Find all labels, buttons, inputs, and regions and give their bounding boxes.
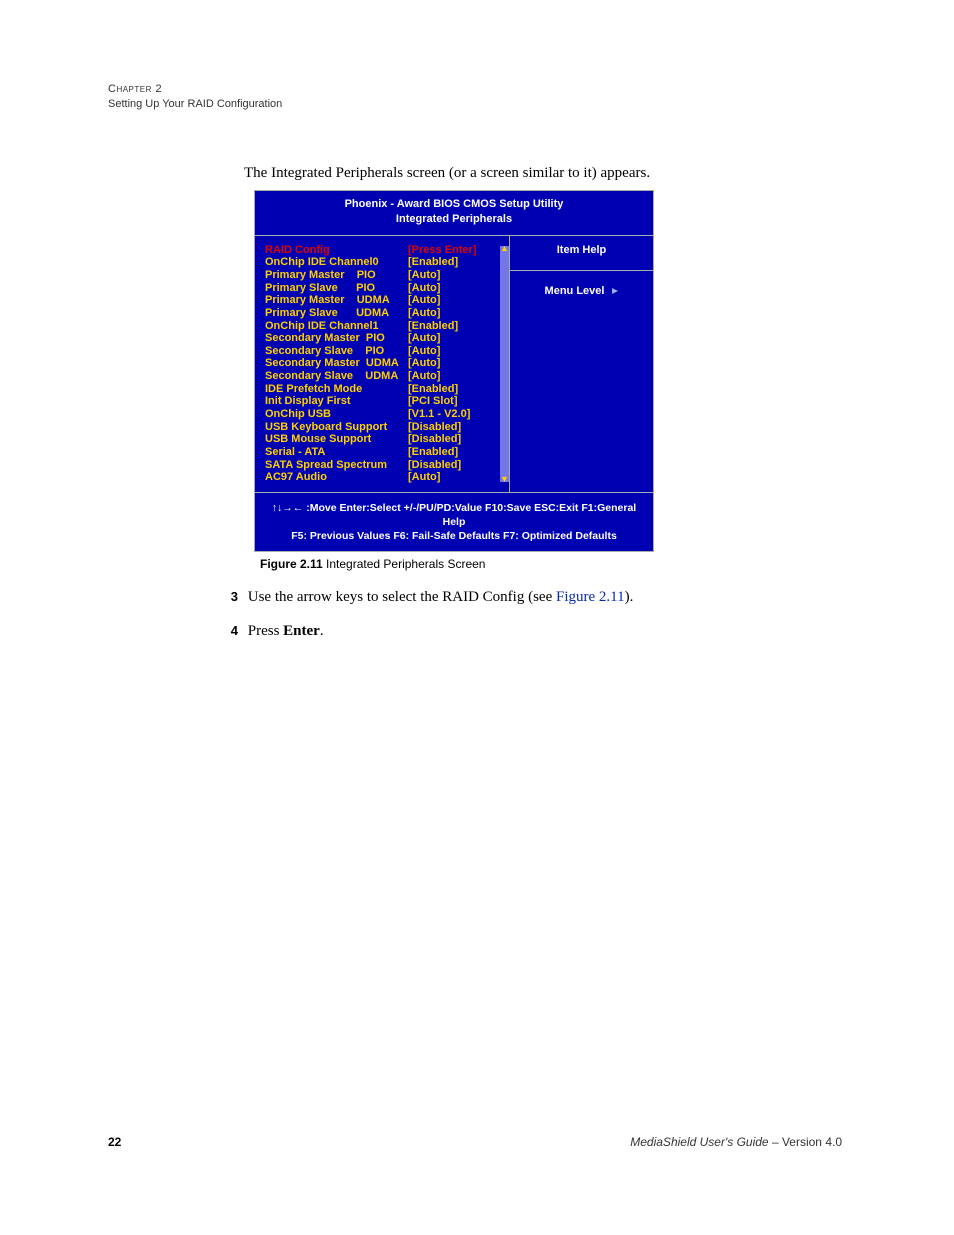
guide-version: Version 4.0 [782, 1135, 842, 1149]
bios-setting-row[interactable]: Primary Slave PIO[Auto] [265, 282, 509, 295]
step-text: Use the arrow keys to select the RAID Co… [248, 589, 556, 605]
bios-setting-label: SATA Spread Spectrum [265, 459, 408, 472]
menu-level-arrow-icon [612, 288, 618, 294]
bios-setting-label: USB Mouse Support [265, 433, 408, 446]
bios-setting-row[interactable]: USB Keyboard Support[Disabled] [265, 421, 509, 434]
bios-setting-value: [PCI Slot] [408, 395, 458, 408]
bios-setting-label: Primary Slave PIO [265, 282, 408, 295]
step-number: 4 [218, 623, 238, 638]
bios-setting-value: [Disabled] [408, 459, 461, 472]
bios-setting-label: Serial - ATA [265, 446, 408, 459]
bios-setting-row[interactable]: Init Display First[PCI Slot] [265, 395, 509, 408]
bios-setting-label: OnChip IDE Channel0 [265, 256, 408, 269]
bios-setting-row[interactable]: IDE Prefetch Mode[Enabled] [265, 383, 509, 396]
intro-text: The Integrated Peripherals screen (or a … [244, 165, 650, 182]
bios-scrollbar[interactable]: ▲ ▼ [500, 246, 509, 482]
bios-setting-label: RAID Config [265, 244, 408, 257]
bios-setting-row[interactable]: Serial - ATA[Enabled] [265, 446, 509, 459]
bios-setting-value: [Auto] [408, 282, 440, 295]
bios-setting-label: Secondary Master UDMA [265, 357, 408, 370]
bios-setting-value: [Auto] [408, 269, 440, 282]
bios-setting-row[interactable]: Secondary Master PIO[Auto] [265, 332, 509, 345]
figure-xref[interactable]: Figure 2.11 [556, 589, 625, 605]
bios-setting-value: [V1.1 - V2.0] [408, 408, 470, 421]
chapter-label: Chapter 2 [108, 82, 282, 97]
bios-setting-label: Secondary Slave PIO [265, 345, 408, 358]
bios-setting-label: OnChip USB [265, 408, 408, 421]
step-text: Press [248, 623, 283, 639]
bios-screenshot: Phoenix - Award BIOS CMOS Setup Utility … [254, 190, 654, 552]
bios-setting-row[interactable]: Primary Master UDMA[Auto] [265, 294, 509, 307]
bios-setting-value: [Enabled] [408, 383, 458, 396]
bios-setting-value: [Auto] [408, 357, 440, 370]
bios-setting-value: [Auto] [408, 370, 440, 383]
bios-setting-label: Secondary Slave UDMA [265, 370, 408, 383]
figure-caption: Figure 2.11 Integrated Peripherals Scree… [260, 557, 485, 571]
bios-setting-label: AC97 Audio [265, 471, 408, 484]
bios-setting-row[interactable]: SATA Spread Spectrum[Disabled] [265, 459, 509, 472]
bios-setting-value: [Disabled] [408, 421, 461, 434]
bios-setting-row[interactable]: RAID Config[Press Enter] [265, 244, 509, 257]
bios-setting-value: [Enabled] [408, 320, 458, 333]
bios-setting-row[interactable]: OnChip IDE Channel0[Enabled] [265, 256, 509, 269]
bios-setting-value: [Auto] [408, 345, 440, 358]
footer-sep: – [769, 1135, 782, 1149]
bios-setting-row[interactable]: Primary Slave UDMA[Auto] [265, 307, 509, 320]
bios-setting-row[interactable]: USB Mouse Support[Disabled] [265, 433, 509, 446]
page-footer-right: MediaShield User's Guide – Version 4.0 [630, 1135, 842, 1149]
bios-setting-label: Primary Slave UDMA [265, 307, 408, 320]
bios-setting-label: Primary Master UDMA [265, 294, 408, 307]
bios-setting-value: [Disabled] [408, 433, 461, 446]
step-number: 3 [218, 589, 238, 604]
bios-setting-value: [Auto] [408, 471, 440, 484]
bios-setting-label: Init Display First [265, 395, 408, 408]
bios-footer: ↑↓→← :Move Enter:Select +/-/PU/PD:Value … [255, 492, 653, 552]
scroll-down-icon[interactable]: ▼ [500, 475, 509, 484]
bios-setting-value: [Enabled] [408, 446, 458, 459]
bios-setting-label: OnChip IDE Channel1 [265, 320, 408, 333]
menu-level-row: Menu Level [510, 270, 653, 297]
step-4: 4 Press Enter. [218, 623, 324, 640]
bios-help-panel: Item Help Menu Level [510, 236, 653, 492]
guide-title: MediaShield User's Guide [630, 1135, 768, 1149]
page-header: Chapter 2 Setting Up Your RAID Configura… [108, 82, 282, 113]
item-help-label: Item Help [510, 244, 653, 256]
menu-level-label: Menu Level [545, 285, 605, 297]
bios-title-line2: Integrated Peripherals [255, 212, 653, 227]
bios-setting-label: IDE Prefetch Mode [265, 383, 408, 396]
bios-title-line1: Phoenix - Award BIOS CMOS Setup Utility [255, 197, 653, 212]
bios-setting-row[interactable]: Secondary Slave UDMA[Auto] [265, 370, 509, 383]
step-text-post: ). [625, 589, 634, 605]
page-number: 22 [108, 1135, 121, 1149]
bios-setting-label: Primary Master PIO [265, 269, 408, 282]
bios-body: RAID Config[Press Enter]OnChip IDE Chann… [255, 236, 653, 492]
bios-setting-label: USB Keyboard Support [265, 421, 408, 434]
figure-text: Integrated Peripherals Screen [323, 557, 486, 571]
bios-footer-line2: F5: Previous Values F6: Fail-Safe Defaul… [259, 529, 649, 543]
bios-setting-row[interactable]: AC97 Audio[Auto] [265, 471, 509, 484]
scroll-up-icon[interactable]: ▲ [500, 244, 509, 253]
bios-footer-line1: ↑↓→← :Move Enter:Select +/-/PU/PD:Value … [259, 501, 649, 529]
bios-setting-row[interactable]: OnChip IDE Channel1[Enabled] [265, 320, 509, 333]
bios-settings-panel: RAID Config[Press Enter]OnChip IDE Chann… [255, 236, 510, 492]
bios-setting-row[interactable]: Secondary Slave PIO[Auto] [265, 345, 509, 358]
bios-title: Phoenix - Award BIOS CMOS Setup Utility … [255, 191, 653, 236]
section-title: Setting Up Your RAID Configuration [108, 97, 282, 112]
bios-setting-label: Secondary Master PIO [265, 332, 408, 345]
bios-setting-value: [Auto] [408, 332, 440, 345]
bios-setting-value: [Enabled] [408, 256, 458, 269]
step-3: 3 Use the arrow keys to select the RAID … [218, 589, 633, 606]
bios-setting-value: [Press Enter] [408, 244, 476, 257]
bios-setting-row[interactable]: OnChip USB[V1.1 - V2.0] [265, 408, 509, 421]
bios-setting-value: [Auto] [408, 294, 440, 307]
bios-setting-row[interactable]: Secondary Master UDMA[Auto] [265, 357, 509, 370]
step-text-post: . [320, 623, 324, 639]
figure-label: Figure 2.11 [260, 557, 323, 571]
bios-setting-row[interactable]: Primary Master PIO[Auto] [265, 269, 509, 282]
bios-setting-value: [Auto] [408, 307, 440, 320]
step-bold: Enter [283, 623, 320, 639]
